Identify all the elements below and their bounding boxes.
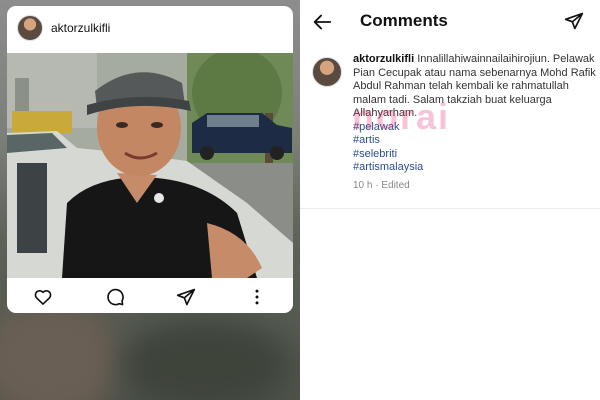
post-card: aktorzulkifli bbox=[7, 6, 293, 313]
divider bbox=[300, 208, 600, 209]
avatar[interactable] bbox=[17, 15, 43, 41]
back-arrow-icon[interactable] bbox=[308, 8, 336, 36]
share-icon[interactable] bbox=[562, 9, 586, 33]
post-photo[interactable] bbox=[7, 53, 293, 278]
post-actions bbox=[7, 281, 293, 313]
post-username[interactable]: aktorzulkifli bbox=[51, 21, 110, 35]
hashtag-link[interactable]: #artismalaysia bbox=[353, 161, 598, 175]
more-icon[interactable] bbox=[245, 285, 269, 309]
hashtag-link[interactable]: #selebriti bbox=[353, 148, 598, 162]
post-photo-image bbox=[7, 53, 293, 278]
post-backdrop: aktorzulkifli bbox=[0, 0, 300, 400]
page-title: Comments bbox=[360, 11, 448, 30]
backdrop-blur-left bbox=[0, 300, 120, 400]
avatar[interactable] bbox=[312, 57, 342, 87]
post-header: aktorzulkifli bbox=[7, 6, 293, 50]
comment-meta: 10 h · Edited bbox=[353, 179, 410, 191]
hashtag-link[interactable]: #artis bbox=[353, 134, 598, 148]
comment-body: aktorzulkifli Innalillahiwainnailaihiroj… bbox=[353, 53, 598, 192]
backdrop-blur-right bbox=[120, 320, 290, 400]
comment-icon[interactable] bbox=[103, 285, 127, 309]
comment-username[interactable]: aktorzulkifli bbox=[353, 53, 414, 65]
share-icon[interactable] bbox=[174, 285, 198, 309]
comments-panel: Comments aktorzulkifli Innalillahiwainna… bbox=[300, 0, 600, 400]
comments-topbar: Comments bbox=[300, 0, 600, 42]
hashtag-link[interactable]: #pelawak bbox=[353, 121, 598, 135]
heart-icon[interactable] bbox=[31, 285, 55, 309]
